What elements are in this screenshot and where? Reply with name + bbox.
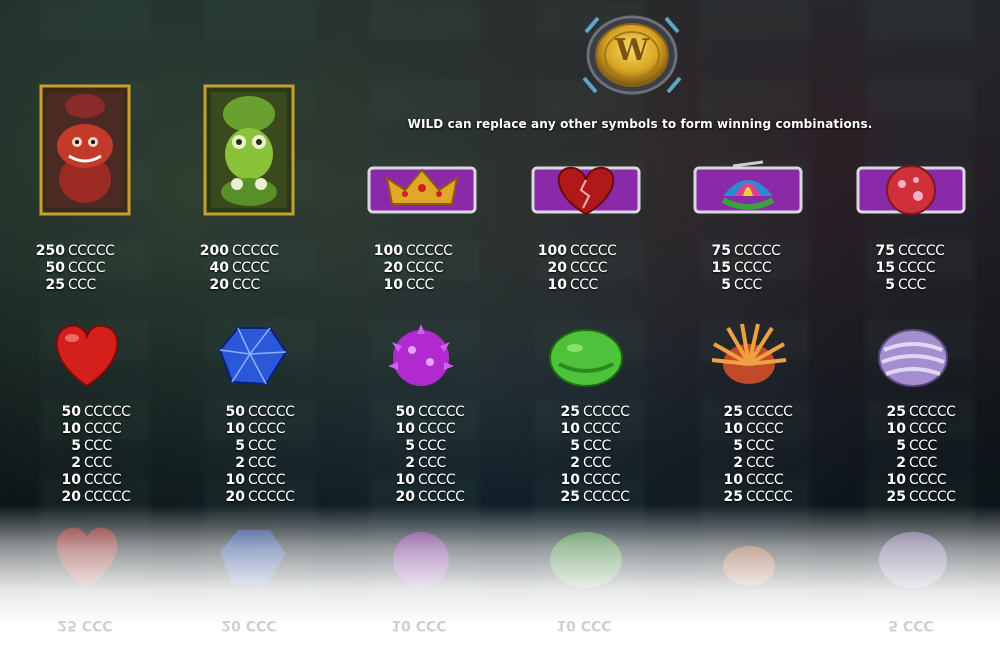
pay-line: 10 CCCC	[61, 472, 122, 488]
pay-line: 100 CCCCC	[373, 243, 453, 259]
pay-line: 25 CCCCC	[886, 404, 956, 420]
pay-line: 10 CCCC	[560, 472, 621, 488]
purple-spiky-reflection-icon	[393, 532, 449, 588]
pay-line: 50 CCCCC	[61, 404, 131, 420]
pay-line: 25 CCC	[45, 277, 97, 293]
pay-line: 200 CCCCC	[199, 243, 279, 259]
pay-line: 5 CCC	[733, 438, 774, 454]
pay-line: 50 CCCCC	[395, 404, 465, 420]
pay-line: 2 CCC	[235, 455, 276, 471]
red-monster-icon	[39, 84, 131, 216]
paytable-row1-col4: 100 CCCCC 20 CCCC 10 CCC	[514, 243, 654, 294]
pay-line: 10 CCCC	[560, 421, 621, 437]
paytable-page: W WILD can replace any other symbols to …	[0, 0, 1000, 647]
pay-line: 10 CCCC	[225, 472, 286, 488]
green-blob-icon	[549, 329, 623, 387]
pay-line: 10 CCCC	[886, 421, 947, 437]
pay-line: 15 CCCC	[875, 260, 936, 276]
pay-line: 25 CCCCC	[723, 404, 793, 420]
pay-line: 10 CCCC	[395, 421, 456, 437]
green-blob-reflection-icon	[550, 532, 622, 588]
pay-line: 5 CCC	[896, 438, 937, 454]
pay-line: 10 CCCC	[723, 421, 784, 437]
pay-line: 25 CCCCC	[886, 489, 956, 505]
lavender-swirl-reflection-icon	[879, 532, 947, 588]
pay-line: 50 CCCCC	[225, 404, 295, 420]
reflection-text: 10 CCC	[391, 617, 447, 633]
pay-line: 20 CCCC	[383, 260, 444, 276]
lavender-swirl-icon	[878, 329, 948, 387]
pay-line: 5 CCC	[570, 438, 611, 454]
reflection-text: 20 CCC	[221, 617, 277, 633]
red-heart-icon	[55, 324, 119, 388]
pay-line: 5 CCC	[235, 438, 276, 454]
pay-line: 50 CCCC	[45, 260, 106, 276]
pay-line: 2 CCC	[71, 455, 112, 471]
broken-heart-icon	[531, 166, 641, 216]
pay-line: 10 CCCC	[723, 472, 784, 488]
crown-icon	[367, 166, 477, 214]
pay-line: 5 CCC	[405, 438, 446, 454]
propeller-cap-icon	[693, 160, 803, 214]
pay-line: 2 CCC	[570, 455, 611, 471]
pay-line: 5 CCC	[885, 277, 926, 293]
paytable-row1-col6: 75 CCCCC 15 CCCC 5 CCC	[842, 243, 982, 294]
paytable-row2-col6: 25 CCCCC 10 CCCC 5 CCC 2 CCC 10 CCCC 25 CCCCC	[853, 404, 993, 506]
blue-gem-icon	[218, 327, 288, 386]
pay-line: 20 CCCC	[547, 260, 608, 276]
pay-line: 20 CCCCC	[61, 489, 131, 505]
reflection-text: 10 CCC	[556, 617, 612, 633]
spotted-egg-icon	[856, 165, 966, 215]
paytable-row1-col1: 250 CCCCC 50 CCCC 25 CCC	[12, 243, 152, 294]
purple-spiky-icon	[388, 324, 454, 386]
green-alien-icon	[203, 84, 295, 216]
paytable-row1-col3: 100 CCCCC 20 CCCC 10 CCC	[350, 243, 490, 294]
pay-line: 250 CCCCC	[35, 243, 115, 259]
pay-line: 10 CCCC	[395, 472, 456, 488]
pay-line: 15 CCCC	[711, 260, 772, 276]
pay-line: 75 CCCCC	[711, 243, 781, 259]
pay-line: 25 CCCCC	[560, 489, 630, 505]
pay-line: 20 CCCCC	[225, 489, 295, 505]
pay-line: 2 CCC	[405, 455, 446, 471]
paytable-row2-col2: 50 CCCCC 10 CCCC 5 CCC 2 CCC 10 CCCC 20 CCCCC	[192, 404, 332, 506]
paytable-row2-col4: 25 CCCCC 10 CCCC 5 CCC 2 CCC 10 CCCC 25 CCCCC	[527, 404, 667, 506]
pay-line: 10 CCCC	[61, 421, 122, 437]
pay-line: 40 CCCC	[209, 260, 270, 276]
pay-line: 2 CCC	[896, 455, 937, 471]
pay-line: 10 CCCC	[886, 472, 947, 488]
pay-line: 25 CCCCC	[723, 489, 793, 505]
paytable-row1-col5: 75 CCCCC 15 CCCC 5 CCC	[678, 243, 818, 294]
pay-line: 75 CCCCC	[875, 243, 945, 259]
pay-line: 100 CCCCC	[537, 243, 617, 259]
paytable-row2-col1: 50 CCCCC 10 CCCC 5 CCC 2 CCC 10 CCCC 20 CCCCC	[28, 404, 168, 506]
pay-line: 10 CCCC	[225, 421, 286, 437]
pay-line: 5 CCC	[721, 277, 762, 293]
pay-line: 10 CCC	[547, 277, 599, 293]
pay-line: 25 CCCCC	[560, 404, 630, 420]
pay-line: 20 CCC	[209, 277, 261, 293]
red-heart-reflection-icon	[56, 527, 118, 588]
orange-fur-reflection-icon	[723, 546, 775, 586]
paytable-row1-col2: 200 CCCCC 40 CCCC 20 CCC	[176, 243, 316, 294]
pay-line: 10 CCC	[383, 277, 435, 293]
reflection-text: 5 CCC	[888, 617, 934, 633]
orange-fur-icon	[711, 323, 787, 384]
paytable-row2-col5: 25 CCCCC 10 CCCC 5 CCC 2 CCC 10 CCCC 25 CCCCC	[690, 404, 830, 506]
pay-line: 5 CCC	[71, 438, 112, 454]
reflection-text: 25 CCC	[57, 617, 113, 633]
paytable-row2-col3: 50 CCCCC 10 CCCC 5 CCC 2 CCC 10 CCCC 20 CCCCC	[362, 404, 502, 506]
pay-line: 2 CCC	[733, 455, 774, 471]
blue-gem-reflection-icon	[220, 530, 286, 586]
pay-line: 20 CCCCC	[395, 489, 465, 505]
wild-badge-letter: W	[615, 33, 649, 68]
